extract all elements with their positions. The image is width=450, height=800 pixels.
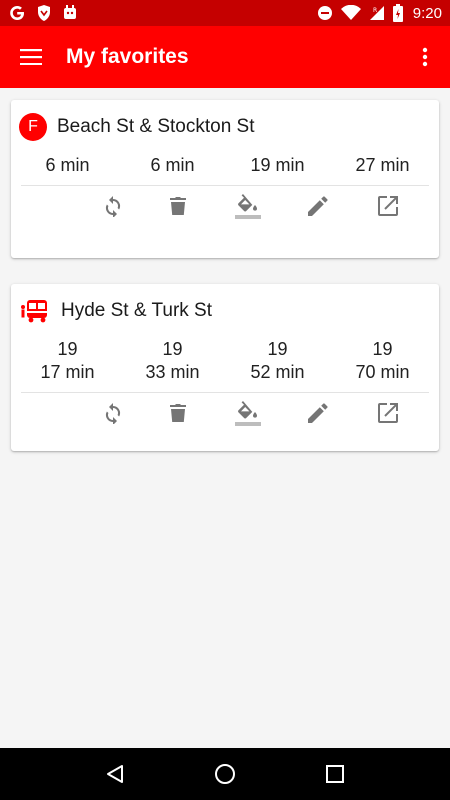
arrival-time: 19 17 min (15, 338, 120, 384)
google-icon (8, 4, 26, 22)
page-title: My favorites (66, 45, 189, 68)
route-number: 19 (267, 339, 288, 359)
wifi-icon (340, 5, 361, 21)
route-number: 19 (57, 339, 78, 359)
card-header: F Beach St & Stockton St (11, 100, 439, 144)
delete-button[interactable] (143, 393, 213, 433)
arrival-time: 19 min (250, 155, 305, 175)
color-fill-icon (235, 194, 261, 219)
system-nav-bar (0, 748, 450, 800)
color-button[interactable] (213, 186, 283, 226)
arrival-time: 27 min (355, 155, 410, 175)
delete-button[interactable] (143, 186, 213, 226)
eta: 33 min (145, 362, 200, 382)
card-actions (11, 186, 439, 226)
refresh-button[interactable] (83, 393, 143, 433)
do-not-disturb-icon (317, 5, 333, 21)
arrival-time: 6 min (150, 155, 195, 175)
home-icon (215, 764, 235, 784)
route-number: 19 (372, 339, 393, 359)
favorite-card[interactable]: F Beach St & Stockton St 6 min 6 min 19 … (11, 100, 439, 258)
favorite-card[interactable]: Hyde St & Turk St 19 17 min 19 33 min 19 52… (11, 284, 439, 451)
menu-button[interactable] (0, 26, 62, 88)
edit-button[interactable] (283, 393, 353, 433)
eta: 52 min (250, 362, 305, 382)
overflow-menu-button[interactable] (400, 26, 450, 88)
app-bar: My favorites (0, 26, 450, 88)
clock: 9:20 (412, 4, 442, 22)
back-button[interactable] (85, 748, 145, 800)
battery-charging-icon (392, 4, 403, 22)
arrival-time: 19 33 min (120, 338, 225, 384)
stop-name: Hyde St & Turk St (61, 300, 212, 321)
arrival-time: 19 70 min (330, 338, 435, 384)
card-actions (11, 393, 439, 433)
status-bar: R 9:20 (0, 0, 450, 26)
arrival-times: 19 17 min 19 33 min 19 52 min 19 70 min (11, 338, 439, 384)
open-external-icon (378, 403, 398, 423)
color-button[interactable] (213, 393, 283, 433)
hamburger-menu-icon (20, 49, 42, 65)
signal-icon: R (369, 5, 385, 21)
edit-button[interactable] (283, 186, 353, 226)
card-header: Hyde St & Turk St (11, 284, 439, 328)
route-number: 19 (162, 339, 183, 359)
delete-icon (170, 197, 186, 215)
bus-icon (19, 297, 51, 325)
stop-name: Beach St & Stockton St (57, 116, 255, 137)
shield-icon (36, 4, 52, 22)
arrival-time: 19 52 min (225, 338, 330, 384)
android-icon (62, 4, 78, 22)
refresh-icon (105, 403, 121, 424)
arrival-times: 6 min 6 min 19 min 27 min (11, 154, 439, 177)
route-badge: F (19, 113, 47, 141)
open-external-icon (378, 196, 398, 216)
edit-icon (308, 196, 328, 216)
home-button[interactable] (195, 748, 255, 800)
open-external-button[interactable] (353, 393, 423, 433)
more-vert-icon (422, 47, 428, 67)
recents-button[interactable] (305, 748, 365, 800)
edit-icon (308, 403, 328, 423)
recents-icon (326, 765, 344, 783)
color-fill-icon (235, 401, 261, 426)
open-external-button[interactable] (353, 186, 423, 226)
refresh-button[interactable] (83, 186, 143, 226)
back-icon (107, 765, 123, 783)
eta: 17 min (40, 362, 95, 382)
svg-text:R: R (373, 7, 377, 14)
eta: 70 min (355, 362, 410, 382)
refresh-icon (105, 196, 121, 217)
arrival-time: 6 min (45, 155, 90, 175)
delete-icon (170, 404, 186, 422)
favorites-list: F Beach St & Stockton St 6 min 6 min 19 … (0, 88, 450, 748)
